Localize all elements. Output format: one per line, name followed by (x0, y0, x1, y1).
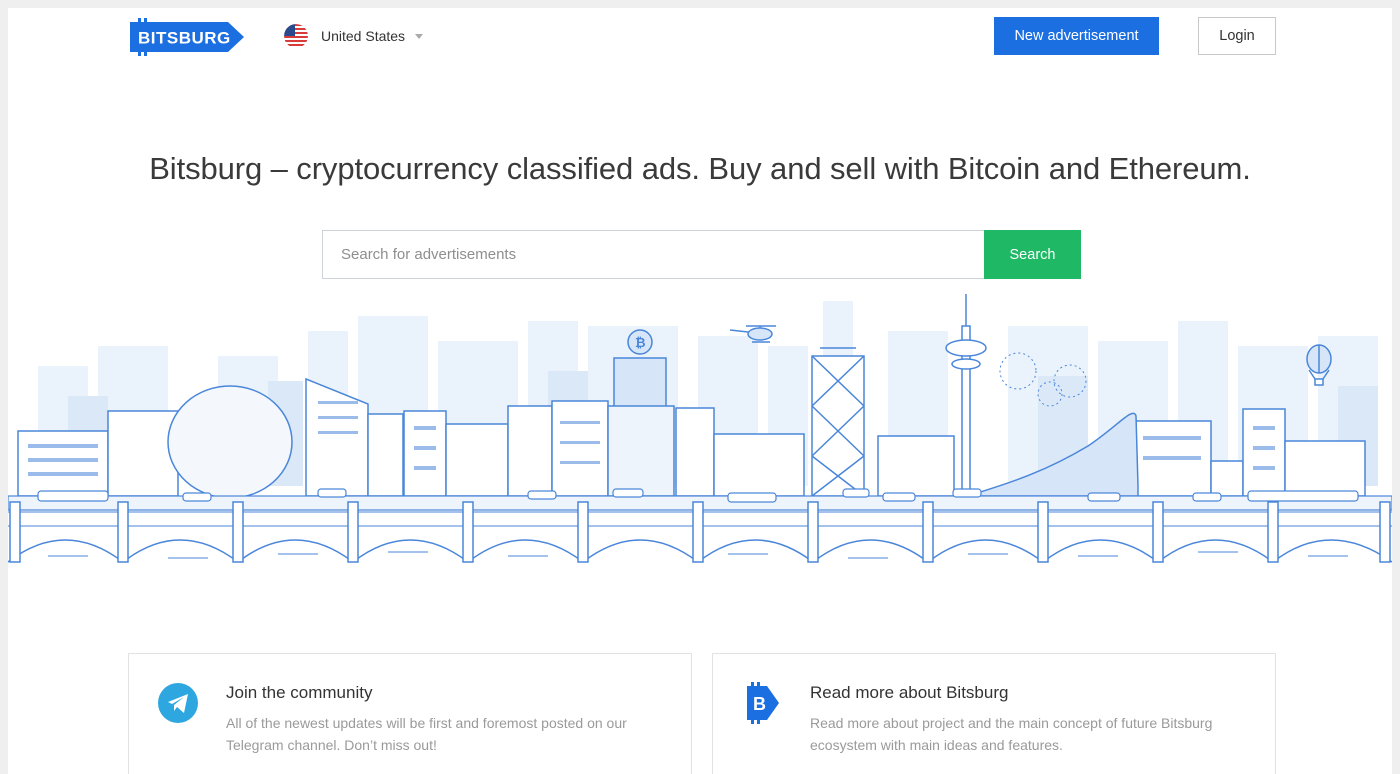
card-description: Read more about project and the main con… (810, 715, 1213, 753)
chevron-down-icon (415, 33, 424, 39)
card-description: All of the newest updates will be first … (226, 715, 627, 753)
us-flag-icon (284, 24, 308, 48)
country-selector[interactable]: United States (284, 22, 424, 50)
svg-text:B: B (753, 694, 766, 714)
bitsburg-logo[interactable]: BITSBURG (128, 18, 246, 56)
search-bar: Search (322, 230, 1081, 279)
page: BITSBURG United States New advertisement… (8, 8, 1392, 774)
hero-title: Bitsburg – cryptocurrency classified ads… (149, 151, 1251, 186)
card-title: Join the community (226, 683, 373, 702)
svg-text:₿: ₿ (635, 335, 646, 350)
country-label: United States (321, 28, 406, 44)
search-input[interactable] (322, 230, 984, 279)
telegram-icon (158, 683, 198, 723)
bitsburg-b-icon: B (747, 682, 779, 724)
new-advertisement-button[interactable]: New advertisement (994, 17, 1159, 55)
search-button[interactable]: Search (984, 230, 1081, 279)
community-card[interactable]: Join the community All of the newest upd… (128, 653, 692, 774)
login-button[interactable]: Login (1198, 17, 1276, 55)
svg-text:BITSBURG: BITSBURG (138, 29, 231, 48)
card-title: Read more about Bitsburg (810, 683, 1009, 702)
about-bitsburg-card[interactable]: B Read more about Bitsburg Read more abo… (712, 653, 1276, 774)
city-skyline-illustration: ₿ (8, 294, 1392, 563)
